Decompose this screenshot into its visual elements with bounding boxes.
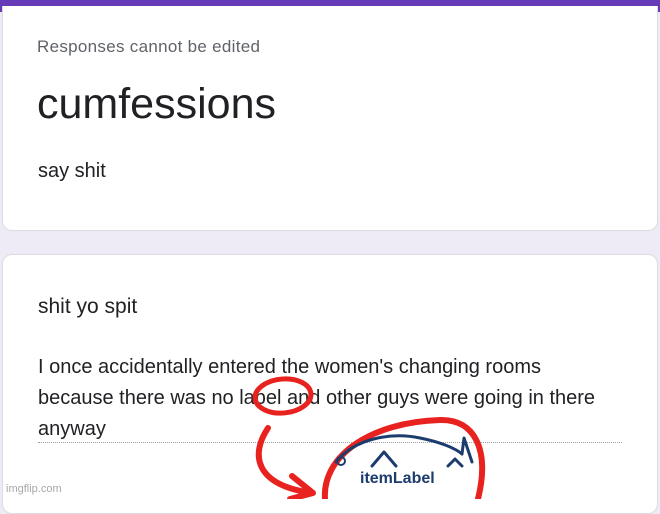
form-description: say shit — [38, 160, 106, 182]
answer-field[interactable]: I once accidentally entered the women's … — [38, 352, 622, 445]
answer-underline — [38, 442, 622, 443]
responses-notice: Responses cannot be edited — [37, 37, 261, 56]
imgflip-watermark: imgflip.com — [6, 483, 62, 495]
itemlabel-logo-text: itemLabel — [360, 470, 435, 487]
question-title: shit yo spit — [38, 295, 138, 318]
form-title: cumfessions — [37, 80, 276, 128]
